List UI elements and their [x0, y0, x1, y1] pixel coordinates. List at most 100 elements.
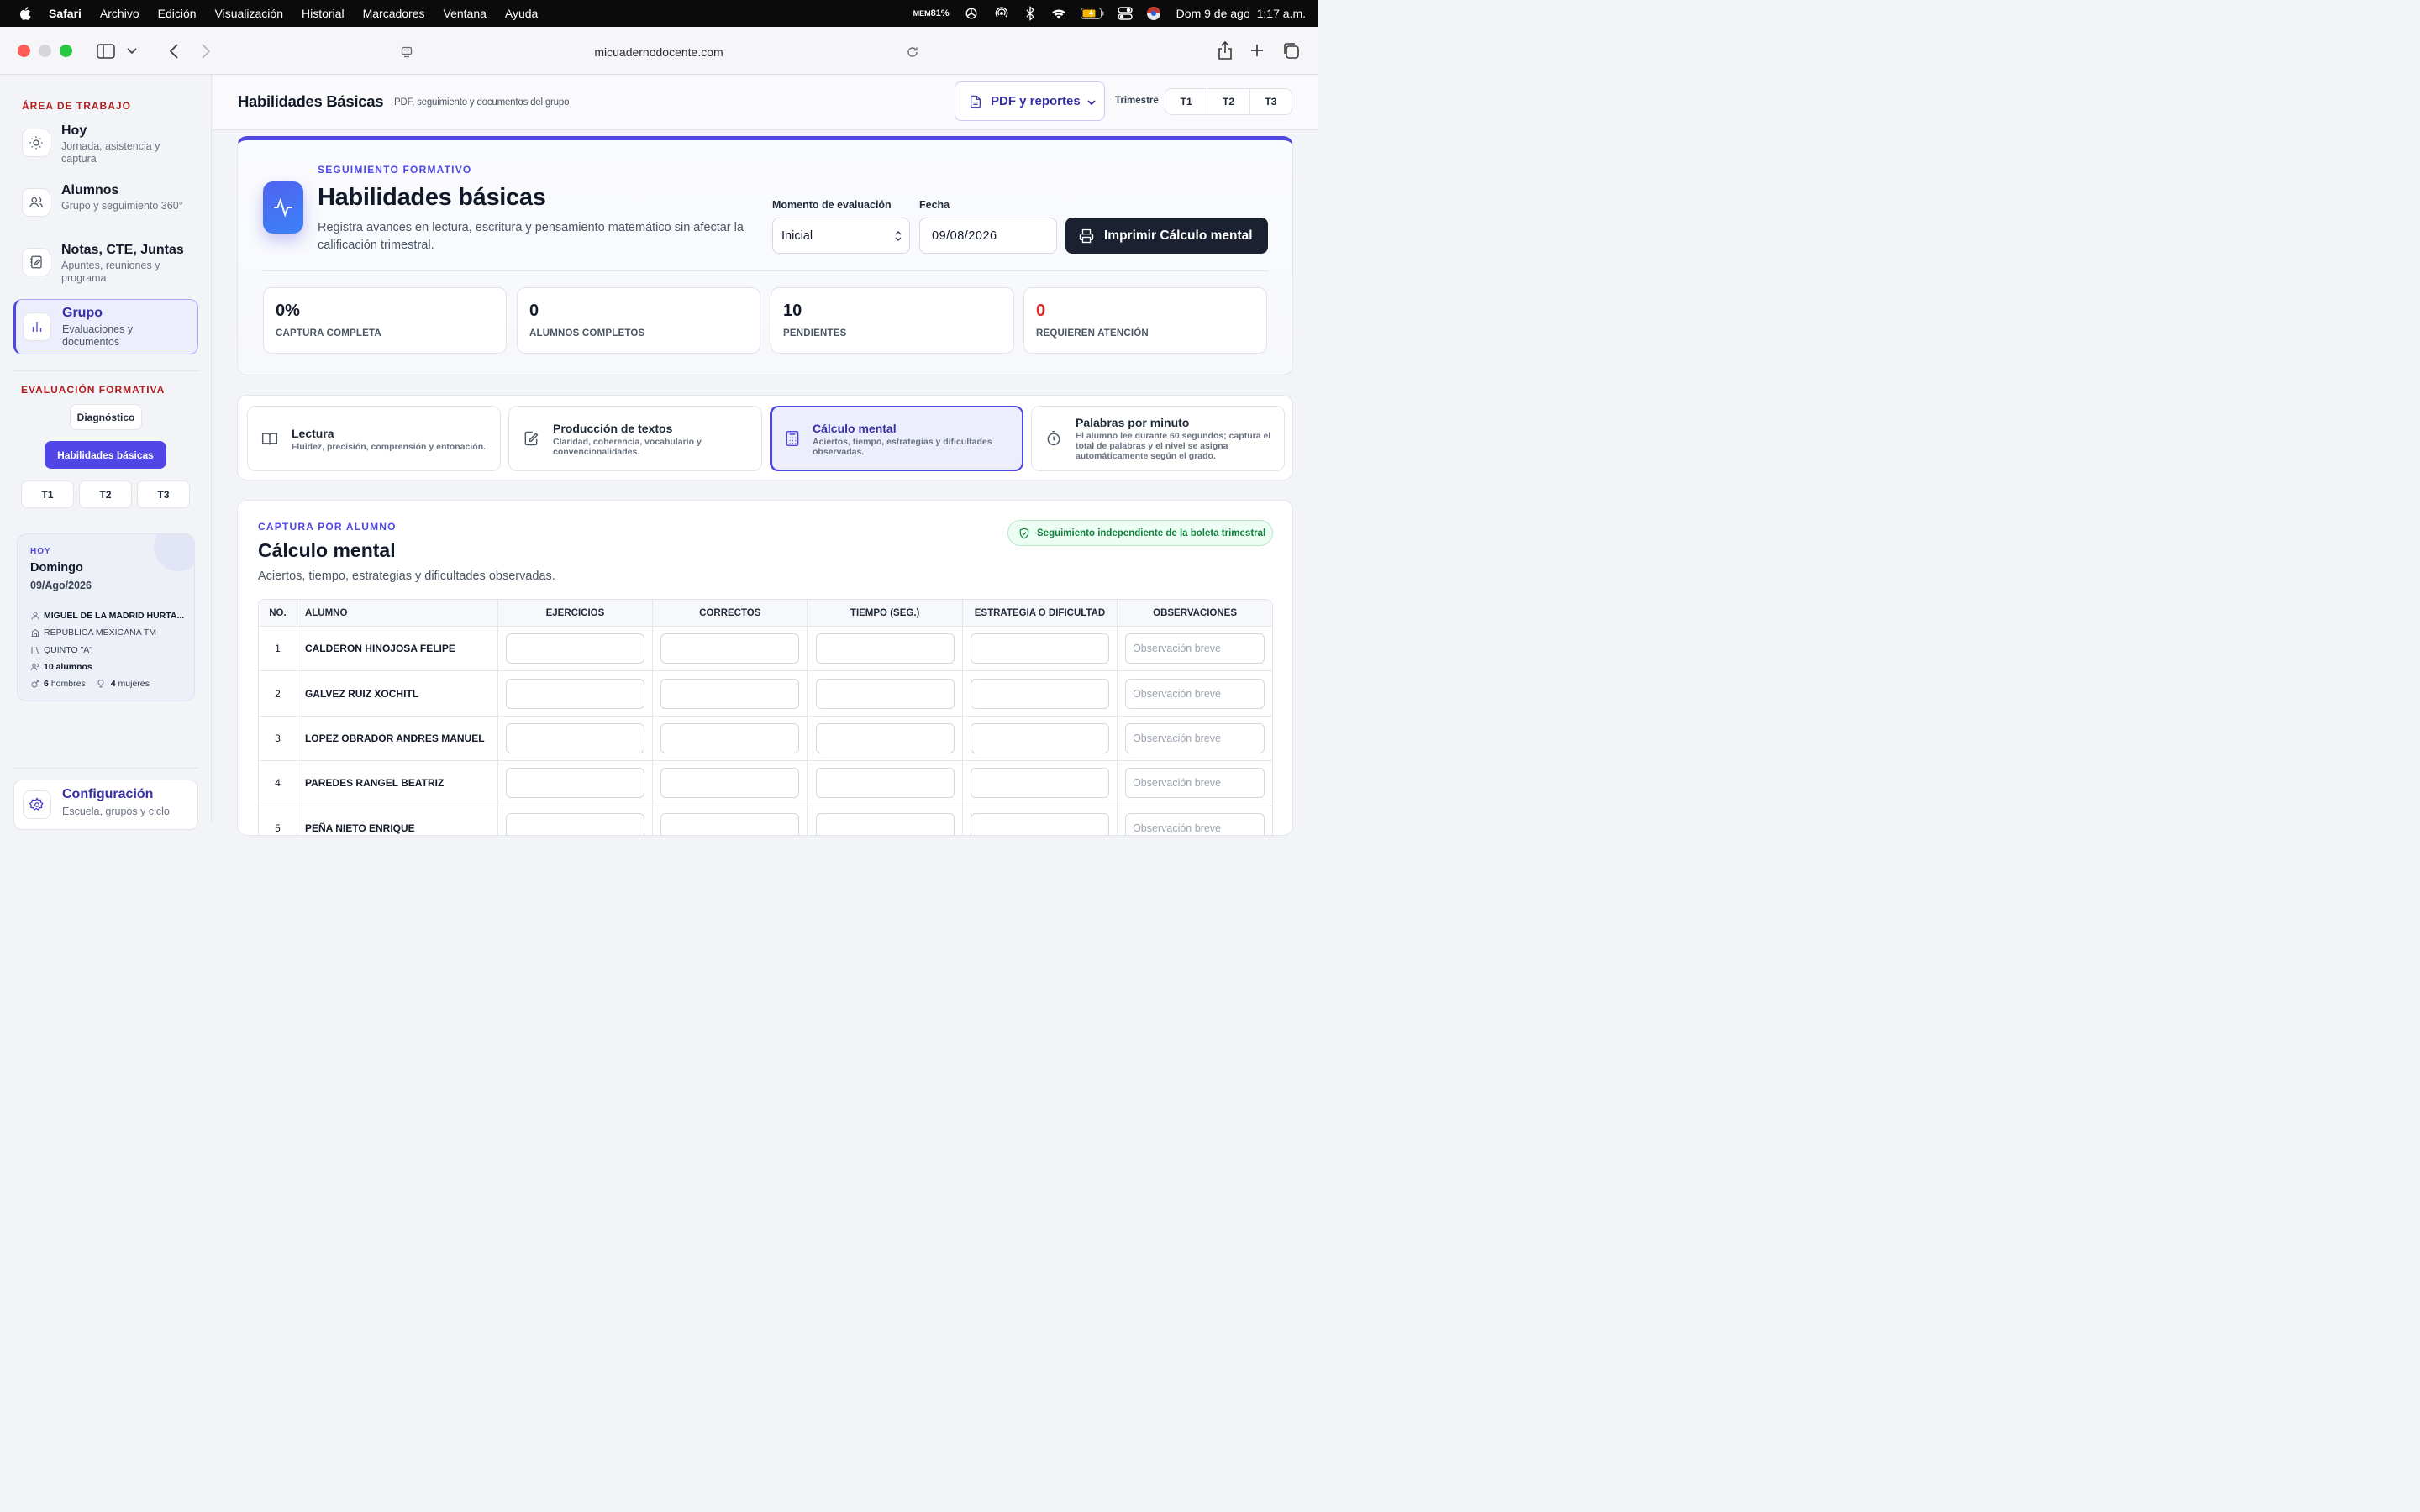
row-number: 3	[259, 716, 297, 761]
back-icon[interactable]	[166, 42, 182, 60]
observaciones-input[interactable]: Observación breve	[1125, 812, 1265, 835]
ejercicios-input[interactable]	[505, 768, 644, 799]
module-tab-produccion[interactable]: Producción de textos Claridad, coherenci…	[508, 406, 762, 471]
menu-ventana[interactable]: Ventana	[444, 7, 487, 20]
tiempo-input[interactable]	[815, 812, 955, 835]
printer-icon	[1079, 228, 1094, 243]
observaciones-input[interactable]: Observación breve	[1125, 768, 1265, 799]
col-header-ejercicios: EJERCICIOS	[498, 600, 654, 626]
female-icon	[97, 680, 104, 688]
print-button-label: Imprimir Cálculo mental	[1104, 228, 1253, 243]
ejercicios-input[interactable]	[505, 722, 644, 753]
men-label: hombres	[50, 679, 86, 689]
teacher-line: MIGUEL DE LA MADRID HURTA...	[30, 611, 184, 621]
memory-indicator[interactable]: MEM 81%	[913, 8, 950, 18]
apple-logo-icon[interactable]	[18, 6, 34, 21]
wifi-icon[interactable]	[1050, 6, 1067, 21]
battery-icon[interactable]	[1080, 8, 1104, 19]
new-tab-icon[interactable]	[1249, 42, 1265, 59]
pdf-reports-button[interactable]: PDF y reportes	[955, 81, 1105, 121]
tab-groups-chevron-icon[interactable]	[124, 44, 139, 59]
menu-archivo[interactable]: Archivo	[100, 7, 139, 20]
page-header: Habilidades Básicas PDF, seguimiento y d…	[213, 75, 1318, 130]
col-header-no: NO.	[259, 600, 297, 626]
menubar-clock[interactable]: Dom 9 de ago 1:17 a.m.	[1176, 7, 1306, 20]
menu-visualizacion[interactable]: Visualización	[215, 7, 283, 20]
sidebar-trimester-t2[interactable]: T2	[79, 480, 132, 508]
window-minimize-button[interactable]	[39, 45, 51, 57]
tiempo-input[interactable]	[815, 768, 955, 799]
sidebar-item-subtitle: Apuntes, reuniones y programa	[61, 260, 160, 284]
page-menu-icon[interactable]	[400, 45, 413, 60]
menu-historial[interactable]: Historial	[302, 7, 345, 20]
tab-overview-icon[interactable]	[1281, 41, 1300, 60]
module-tab-palabras[interactable]: Palabras por minuto El alumno lee durant…	[1031, 406, 1285, 471]
module-tabs-card: Lectura Fluidez, precisión, comprensión …	[237, 395, 1293, 480]
window-zoom-button[interactable]	[60, 45, 72, 57]
capture-title: Cálculo mental	[258, 539, 396, 561]
sidebar-trimester-t3[interactable]: T3	[137, 480, 190, 508]
chatgpt-icon[interactable]	[963, 5, 980, 22]
tiempo-input[interactable]	[815, 722, 955, 753]
diagnostico-button[interactable]: Diagnóstico	[70, 404, 142, 430]
stopwatch-icon	[1045, 430, 1062, 447]
observaciones-input[interactable]: Observación breve	[1125, 722, 1265, 753]
menu-app-name[interactable]: Safari	[49, 7, 82, 20]
date-input[interactable]: 09/08/2026	[919, 218, 1057, 254]
ejercicios-input[interactable]	[505, 678, 644, 709]
correctos-input[interactable]	[660, 678, 800, 709]
sidebar-item-notas[interactable]: Notas, CTE, Juntas Apuntes, reuniones y …	[13, 243, 198, 298]
module-subtitle: Aciertos, tiempo, estrategias y dificult…	[813, 437, 992, 457]
module-tab-lectura[interactable]: Lectura Fluidez, precisión, comprensión …	[247, 406, 501, 471]
estrategia-input[interactable]	[970, 678, 1109, 709]
airdrop-icon[interactable]	[993, 5, 1010, 22]
correctos-input[interactable]	[660, 633, 800, 664]
estrategia-input[interactable]	[970, 768, 1109, 799]
correctos-input[interactable]	[660, 722, 800, 753]
ejercicios-input[interactable]	[505, 633, 644, 664]
student-name: LOPEZ OBRADOR ANDRES MANUEL	[297, 716, 498, 761]
sidebar-item-hoy[interactable]: Hoy Jornada, asistencia y captura	[13, 123, 198, 179]
user-flag-icon[interactable]	[1146, 6, 1161, 21]
correctos-input[interactable]	[660, 812, 800, 835]
ejercicios-input[interactable]	[505, 812, 644, 835]
habilidades-basicas-button[interactable]: Habilidades básicas	[45, 441, 166, 469]
header-trimester-t2[interactable]: T2	[1207, 89, 1250, 114]
estrategia-input[interactable]	[970, 722, 1109, 753]
menu-marcadores[interactable]: Marcadores	[363, 7, 425, 20]
window-close-button[interactable]	[18, 45, 30, 57]
today-label: HOY	[30, 547, 51, 556]
module-tab-calculo[interactable]: Cálculo mental Aciertos, tiempo, estrate…	[770, 406, 1023, 471]
moment-select[interactable]: Inicial	[772, 218, 910, 254]
header-trimester-t3[interactable]: T3	[1250, 89, 1292, 114]
sidebar-item-configuracion[interactable]: Configuración Escuela, grupos y ciclo	[13, 780, 198, 830]
shield-check-icon	[1019, 528, 1029, 538]
address-bar[interactable]: micuadernodocente.com	[392, 38, 926, 66]
col-header-observaciones: OBSERVACIONES	[1153, 607, 1238, 618]
menu-edicion[interactable]: Edición	[158, 7, 197, 20]
gear-icon	[23, 790, 51, 819]
sidebar-toggle-icon[interactable]	[96, 42, 116, 60]
print-button[interactable]: Imprimir Cálculo mental	[1065, 218, 1268, 254]
forward-icon[interactable]	[198, 42, 213, 60]
date-value: 09/08/2026	[932, 228, 997, 243]
sidebar-trimester-t1[interactable]: T1	[21, 480, 74, 508]
sidebar-item-grupo[interactable]: Grupo Evaluaciones y documentos	[13, 299, 198, 354]
trimestre-label: Trimestre	[1115, 96, 1159, 106]
observaciones-input[interactable]: Observación breve	[1125, 678, 1265, 709]
header-trimester-t1[interactable]: T1	[1165, 89, 1208, 114]
estrategia-input[interactable]	[970, 633, 1109, 664]
decorative-circle	[154, 534, 194, 571]
tiempo-input[interactable]	[815, 678, 955, 709]
tiempo-input[interactable]	[815, 633, 955, 664]
estrategia-input[interactable]	[970, 812, 1109, 835]
bluetooth-icon[interactable]	[1023, 5, 1037, 22]
observaciones-input[interactable]: Observación breve	[1125, 633, 1265, 664]
reload-icon[interactable]	[906, 45, 919, 59]
browser-toolbar: micuadernodocente.com	[0, 27, 1318, 75]
sidebar-item-alumnos[interactable]: Alumnos Grupo y seguimiento 360°	[13, 183, 198, 239]
control-center-icon[interactable]	[1117, 7, 1133, 20]
menu-ayuda[interactable]: Ayuda	[505, 7, 538, 20]
correctos-input[interactable]	[660, 768, 800, 799]
share-icon[interactable]	[1216, 40, 1234, 60]
